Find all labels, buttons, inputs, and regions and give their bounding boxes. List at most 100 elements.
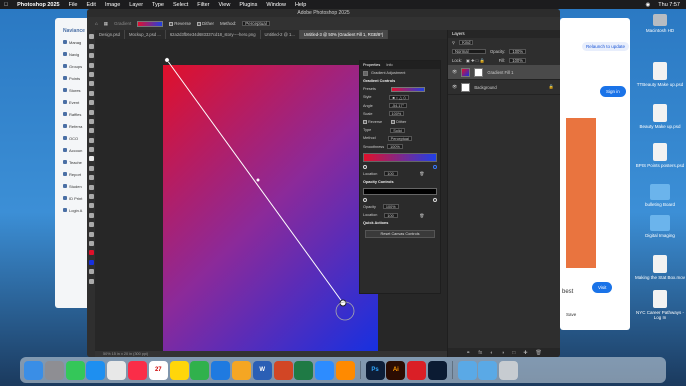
- quick-mask-tool-icon[interactable]: [88, 269, 94, 275]
- reverse-checkbox-props[interactable]: Reverse: [363, 120, 382, 125]
- dither-checkbox-props[interactable]: Dither: [391, 120, 406, 125]
- home-icon[interactable]: ⌂: [95, 21, 98, 26]
- type-select[interactable]: Solid: [390, 127, 405, 133]
- safari-dock-icon[interactable]: [86, 360, 106, 380]
- move-tool-icon[interactable]: [88, 34, 94, 40]
- launchpad-dock-icon[interactable]: [44, 360, 64, 380]
- photoshop-dock-icon[interactable]: Ps: [365, 360, 385, 380]
- menu-help[interactable]: Help: [295, 2, 306, 8]
- fx-icon[interactable]: fx: [478, 350, 482, 356]
- blur-tool-icon[interactable]: [88, 165, 94, 171]
- eyedropper-tool-icon[interactable]: [88, 100, 94, 106]
- eraser-tool-icon[interactable]: [88, 147, 94, 153]
- save-button[interactable]: Save: [566, 312, 576, 317]
- artboard-tool-icon[interactable]: [88, 43, 94, 49]
- new-layer-icon[interactable]: ✚: [523, 350, 527, 356]
- creative-cloud-dock-icon[interactable]: [407, 360, 427, 380]
- quick-actions-header[interactable]: Quick Actions: [360, 219, 440, 227]
- desktop-icon[interactable]: TTBeauty Make up.psd: [634, 62, 686, 87]
- desktop-icon[interactable]: bulleting Board: [634, 184, 686, 207]
- document-tab[interactable]: Mockup_2.psd ...: [125, 30, 166, 39]
- keynote-dock-icon[interactable]: [211, 360, 231, 380]
- reverse-checkbox[interactable]: Reverse: [169, 21, 191, 26]
- menu-view[interactable]: View: [219, 2, 231, 8]
- delete-opacity-stop-icon[interactable]: 🗑: [419, 213, 424, 218]
- document-tab[interactable]: 62a2d3fb6e34d683337cd18_story----hero.pn…: [166, 30, 261, 39]
- calendar-dock-icon[interactable]: 27: [148, 360, 168, 380]
- stamp-tool-icon[interactable]: [88, 128, 94, 134]
- notes-dock-icon[interactable]: [169, 360, 189, 380]
- history-brush-tool-icon[interactable]: [88, 137, 94, 143]
- frame-tool-icon[interactable]: [88, 90, 94, 96]
- group-icon[interactable]: □: [512, 350, 515, 356]
- blend-mode-select[interactable]: Normal: [452, 49, 486, 54]
- finder-dock-icon[interactable]: [24, 360, 43, 380]
- messages-dock-icon[interactable]: [65, 360, 85, 380]
- menu-plugins[interactable]: Plugins: [239, 2, 257, 8]
- color-stop-right[interactable]: [433, 164, 437, 169]
- powerpoint-dock-icon[interactable]: [273, 360, 293, 380]
- marquee-tool-icon[interactable]: [88, 53, 94, 59]
- gradient-tool-icon[interactable]: [88, 156, 94, 162]
- tab-info[interactable]: Info: [386, 61, 392, 69]
- document-canvas[interactable]: [163, 65, 378, 351]
- desktop-icon[interactable]: NYC Career Pathways - Log In: [634, 290, 686, 320]
- desktop-icon[interactable]: Making the Stat Box.mov: [634, 255, 686, 280]
- foreground-color-tool-icon[interactable]: [88, 250, 94, 256]
- fill-field[interactable]: 100%: [509, 58, 526, 63]
- opacity-controls-header[interactable]: Opacity Controls: [360, 178, 440, 186]
- document-tab[interactable]: Untitled-3 @ 50% (Gradient Fill 1, RGB/8…: [299, 30, 389, 39]
- more-tools-tool-icon[interactable]: [88, 240, 94, 246]
- app-menu[interactable]: Photoshop 2025: [17, 2, 59, 8]
- chrome-dock-icon[interactable]: [107, 360, 127, 380]
- apple-icon[interactable]: : [4, 2, 8, 8]
- menu-image[interactable]: Image: [105, 2, 120, 8]
- location-field[interactable]: 100: [384, 171, 399, 177]
- document-tab[interactable]: Untitled-2 @ 1...: [261, 30, 300, 39]
- angle-field[interactable]: -54.17°: [388, 103, 408, 109]
- sign-in-button[interactable]: Sign in: [600, 86, 626, 97]
- tab-properties[interactable]: Properties: [363, 61, 380, 69]
- gradient-editor-bar[interactable]: [363, 152, 437, 162]
- downloads-dock-icon[interactable]: [478, 360, 498, 380]
- scale-field[interactable]: 100%: [388, 111, 405, 117]
- music-dock-icon[interactable]: [127, 360, 147, 380]
- opacity-field[interactable]: 100%: [382, 204, 399, 210]
- layer-gradient-fill[interactable]: 👁 Gradient Fill 1: [448, 65, 560, 80]
- filter-icon[interactable]: ⚲: [452, 40, 455, 45]
- layer-opacity-field[interactable]: 100%: [509, 49, 527, 54]
- smoothness-field[interactable]: 100%: [387, 144, 403, 150]
- delete-stop-icon[interactable]: 🗑: [419, 171, 424, 176]
- method-select[interactable]: Perceptual: [242, 21, 270, 26]
- style-buttons[interactable]: ■ ○ △ ◇: [389, 94, 410, 100]
- photos-dock-icon[interactable]: [231, 360, 251, 380]
- numbers-dock-icon[interactable]: [190, 360, 210, 380]
- menu-layer[interactable]: Layer: [129, 2, 143, 8]
- screen-mode-tool-icon[interactable]: [88, 278, 94, 284]
- lock-icons[interactable]: ▣ ✚ □ 🔒: [466, 58, 485, 64]
- opacity-stop-left[interactable]: [363, 197, 367, 202]
- pen-tool-icon[interactable]: [88, 184, 94, 190]
- desktop-icon[interactable]: Beauty Make up.psd: [634, 104, 686, 129]
- mask-icon[interactable]: ◐: [490, 350, 493, 356]
- folder-dock-icon[interactable]: [457, 360, 477, 380]
- dither-checkbox[interactable]: Dither: [197, 21, 214, 26]
- desktop-icon[interactable]: Digital Imaging: [634, 215, 686, 238]
- zoom-dock-icon[interactable]: [315, 360, 335, 380]
- background-color-tool-icon[interactable]: [88, 259, 94, 265]
- opacity-bar[interactable]: [363, 187, 437, 195]
- hand-tool-icon[interactable]: [88, 222, 94, 228]
- gradient-swatch[interactable]: [137, 20, 164, 27]
- layer-background[interactable]: 👁 Background 🔒: [448, 80, 560, 95]
- method-select-props[interactable]: Perceptual: [387, 135, 412, 141]
- excel-dock-icon[interactable]: [294, 360, 314, 380]
- dodge-tool-icon[interactable]: [88, 175, 94, 181]
- books-dock-icon[interactable]: [335, 360, 355, 380]
- word-dock-icon[interactable]: W: [252, 360, 272, 380]
- menu-edit[interactable]: Edit: [86, 2, 95, 8]
- kind-select[interactable]: Kind: [459, 40, 474, 45]
- presets-swatch[interactable]: [390, 86, 425, 92]
- crop-tool-icon[interactable]: [88, 81, 94, 87]
- relaunch-button[interactable]: Relaunch to update: [582, 42, 630, 51]
- clock[interactable]: Thu 7:57: [658, 2, 680, 8]
